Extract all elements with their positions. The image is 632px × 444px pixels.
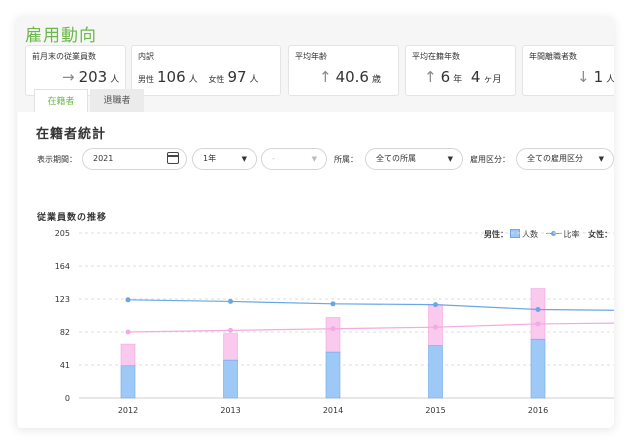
male-ratio-point	[125, 297, 131, 303]
y-tick-label: 123	[55, 295, 70, 304]
employee-trend-chart: 0 41 82 123 164 205 2012 2013 2014 2015 2016	[55, 229, 614, 415]
arrow-up-icon: ↑	[424, 68, 437, 86]
y-tick-label: 205	[55, 229, 70, 238]
kpi-avg-tenure-years: 6	[440, 68, 451, 86]
male-bar	[428, 345, 443, 399]
stats-card: 在籍者統計 表示期間： 2021 1年 ▼ - ▼ 所属： 全ての所属 ▼ 雇用…	[18, 112, 614, 428]
male-bar	[530, 338, 546, 399]
kpi-male-label: 男性	[138, 75, 154, 84]
kpi-female-label: 女性	[208, 75, 225, 84]
male-ratio-point	[228, 298, 233, 304]
kpi-avg-tenure-label: 平均在籍年数	[412, 52, 460, 61]
female-bar	[223, 333, 238, 361]
male-ratio-point	[433, 302, 438, 308]
y-tick-label: 164	[55, 262, 70, 271]
female-ratio-point	[330, 326, 336, 332]
kpi-breakdown-label: 内訳	[138, 52, 154, 61]
kpi-turnover-unit: 人	[606, 75, 614, 85]
kpi-avg-tenure: 平均在籍年数 ↑ 6 年 4 ヶ月	[405, 45, 516, 96]
female-bar	[530, 288, 546, 340]
kpi-headcount-label: 前月末の従業員数	[32, 52, 96, 61]
x-tick-label: 2015	[425, 406, 445, 415]
x-tick-label: 2014	[323, 406, 343, 415]
male-ratio-point	[330, 301, 336, 307]
male-bar	[325, 351, 341, 399]
male-bar	[223, 359, 238, 399]
kpi-turnover-label: 年間離職者数	[529, 52, 577, 61]
kpi-male-unit: 人	[188, 75, 198, 85]
kpi-avg-age: 平均年齢 ↑ 40.6 歳	[288, 45, 399, 96]
x-tick-label: 2013	[220, 406, 240, 415]
female-ratio-point	[535, 321, 541, 327]
page-title: 雇用動向	[25, 26, 97, 46]
female-ratio-point	[228, 327, 233, 333]
female-ratio-point	[125, 329, 131, 335]
kpi-headcount-unit: 人	[110, 75, 120, 85]
arrow-up-icon: ↑	[319, 68, 332, 86]
kpi-avg-age-label: 平均年齢	[295, 52, 327, 61]
kpi-headcount-value: 203	[78, 68, 108, 86]
y-tick-label: 82	[60, 328, 70, 337]
kpi-female-unit: 人	[249, 75, 259, 85]
kpi-avg-age-unit: 歳	[371, 75, 381, 85]
kpi-male-value: 106	[157, 68, 186, 86]
x-tick-label: 2016	[528, 406, 548, 415]
arrow-down-icon: ↓	[577, 68, 590, 86]
female-bar	[325, 317, 341, 353]
male-bar	[120, 365, 136, 399]
x-tick-label: 2012	[118, 406, 138, 415]
female-ratio-point	[433, 324, 438, 330]
y-tick-label: 41	[60, 361, 70, 370]
female-bar	[120, 343, 136, 367]
kpi-avg-age-value: 40.6	[335, 68, 369, 86]
kpi-female-value: 97	[227, 68, 247, 86]
app-frame: 雇用動向 前月末の従業員数 → 203 人 内訳 男性 106 人 女性 97 人 平均年齢…	[16, 16, 614, 428]
kpi-turnover-value: 1	[593, 68, 604, 86]
y-tick-label: 0	[65, 394, 70, 403]
kpi-turnover: 年間離職者数 ↓ 1 人	[522, 45, 614, 96]
kpi-breakdown: 内訳 男性 106 人 女性 97 人	[131, 45, 281, 96]
arrow-right-icon: →	[62, 68, 75, 86]
tab-retired-employees[interactable]: 退職者	[90, 89, 144, 113]
male-ratio-point	[535, 306, 541, 312]
kpi-avg-tenure-years-unit: 年	[453, 75, 463, 85]
tab-current-employees[interactable]: 在籍者	[34, 89, 88, 113]
kpi-avg-tenure-months-unit: ヶ月	[483, 75, 502, 85]
kpi-avg-tenure-months: 4	[470, 68, 481, 86]
